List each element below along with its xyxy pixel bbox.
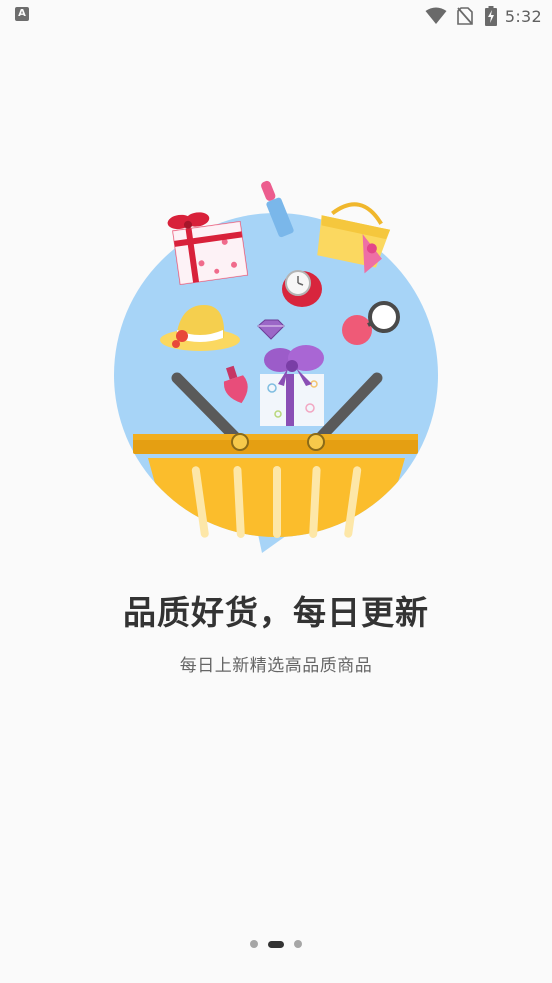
battery-charging-icon <box>484 6 497 26</box>
purple-bow-gift-box-icon <box>260 345 324 426</box>
watch-icon <box>282 270 322 307</box>
page-dot-2-active[interactable] <box>268 940 284 948</box>
onboarding-subtitle: 每日上新精选高品质商品 <box>179 656 373 676</box>
onboarding-screen: A 5:32 品质好货，每日更新 每日上新精选高品质商品 <box>0 0 552 983</box>
status-bar: A 5:32 <box>0 0 552 32</box>
page-dot-1[interactable] <box>250 940 258 948</box>
status-icons: 5:32 <box>425 4 542 28</box>
shopping-basket-illustration <box>114 180 438 553</box>
page-dot-3[interactable] <box>294 940 302 948</box>
page-indicator <box>0 939 552 949</box>
wifi-icon <box>425 7 447 24</box>
clock: 5:32 <box>504 6 542 26</box>
no-sim-icon <box>457 7 473 25</box>
onboarding-title: 品质好货，每日更新 <box>123 593 429 632</box>
notification-app-icon: A <box>15 7 29 21</box>
basket-icon <box>133 433 418 538</box>
